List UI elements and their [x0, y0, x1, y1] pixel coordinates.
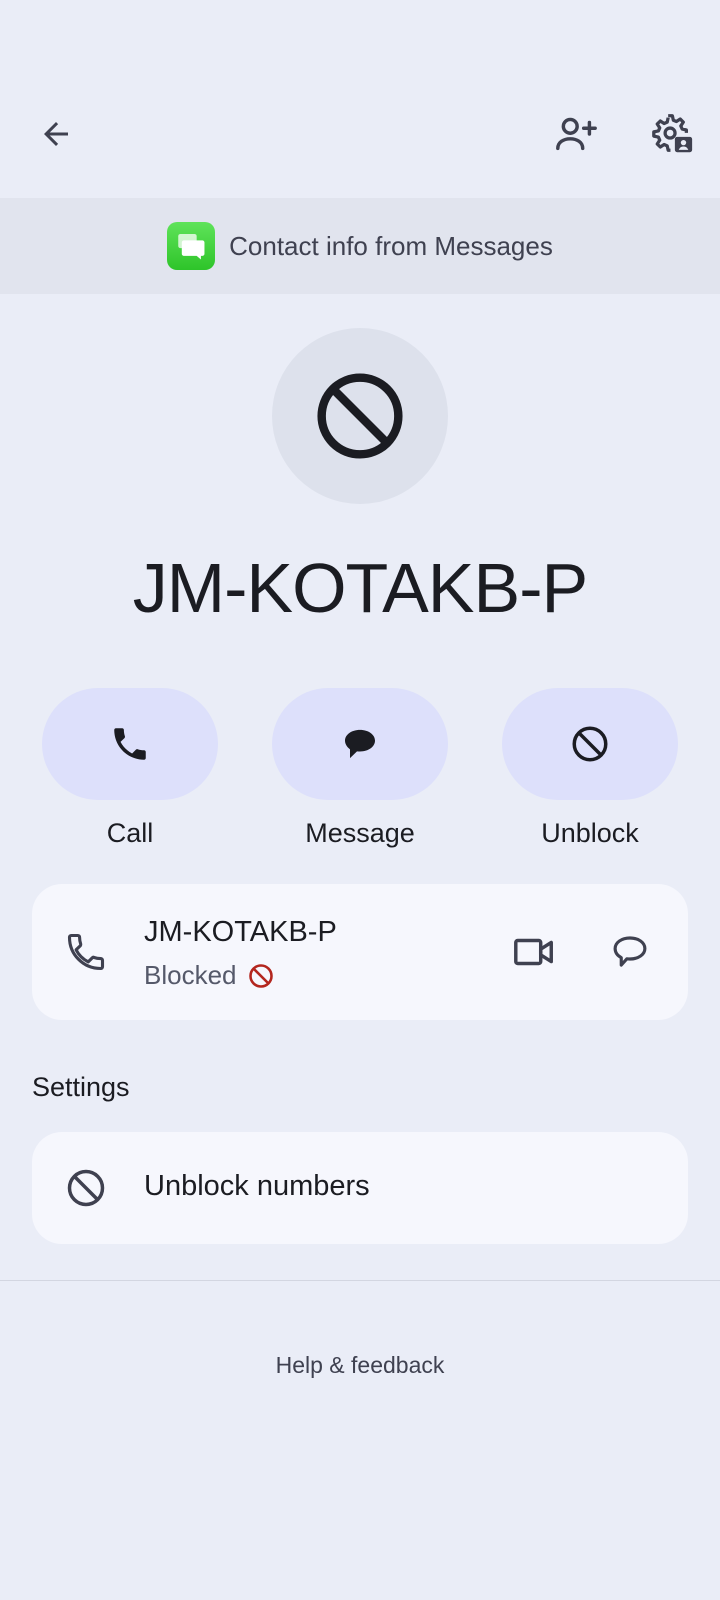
videocam-icon — [514, 938, 553, 966]
call-action: Call — [42, 688, 218, 849]
phone-icon — [114, 728, 146, 760]
contact-settings-button[interactable] — [640, 102, 704, 166]
messages-app-icon — [167, 222, 216, 270]
unblock-numbers-item[interactable]: Unblock numbers — [32, 1132, 688, 1244]
banner-text: Contact info from Messages — [229, 230, 553, 261]
block-icon — [572, 726, 608, 762]
divider — [0, 1280, 720, 1281]
unblock-label: Unblock — [541, 818, 639, 848]
settings-section-title: Settings — [32, 1072, 130, 1102]
unblock-numbers-label: Unblock numbers — [144, 1170, 370, 1202]
message-label: Message — [305, 818, 415, 848]
person-add-icon — [556, 117, 597, 151]
block-icon — [317, 373, 403, 459]
back-button[interactable] — [24, 102, 88, 166]
send-message-button[interactable] — [598, 920, 662, 984]
contact-name: JM-KOTAKB-P — [132, 549, 588, 627]
contact-avatar — [272, 328, 448, 504]
top-app-bar — [0, 0, 720, 200]
block-icon — [67, 1169, 105, 1207]
chat-bubble-outline-icon — [613, 936, 647, 967]
contact-settings-icon — [652, 114, 693, 153]
phone-number-card[interactable]: JM-KOTAKB-P Blocked — [32, 884, 688, 1020]
unblock-action: Unblock — [502, 688, 678, 849]
message-action: Message — [272, 688, 448, 849]
call-button[interactable] — [42, 688, 218, 800]
blocked-badge-icon — [248, 963, 273, 988]
blocked-status-text: Blocked — [144, 960, 237, 990]
video-call-button[interactable] — [502, 920, 566, 984]
message-icon — [345, 729, 375, 759]
message-button[interactable] — [272, 688, 448, 800]
phone-icon — [67, 933, 105, 971]
help-feedback-link[interactable]: Help & feedback — [0, 1352, 720, 1379]
add-contact-button[interactable] — [544, 102, 608, 166]
unblock-button[interactable] — [502, 688, 678, 800]
phone-number: JM-KOTAKB-P — [144, 916, 337, 948]
blocked-status: Blocked — [144, 960, 275, 991]
call-label: Call — [106, 818, 154, 848]
contact-source-banner: Contact info from Messages — [0, 198, 720, 294]
arrow-back-icon — [44, 122, 68, 146]
